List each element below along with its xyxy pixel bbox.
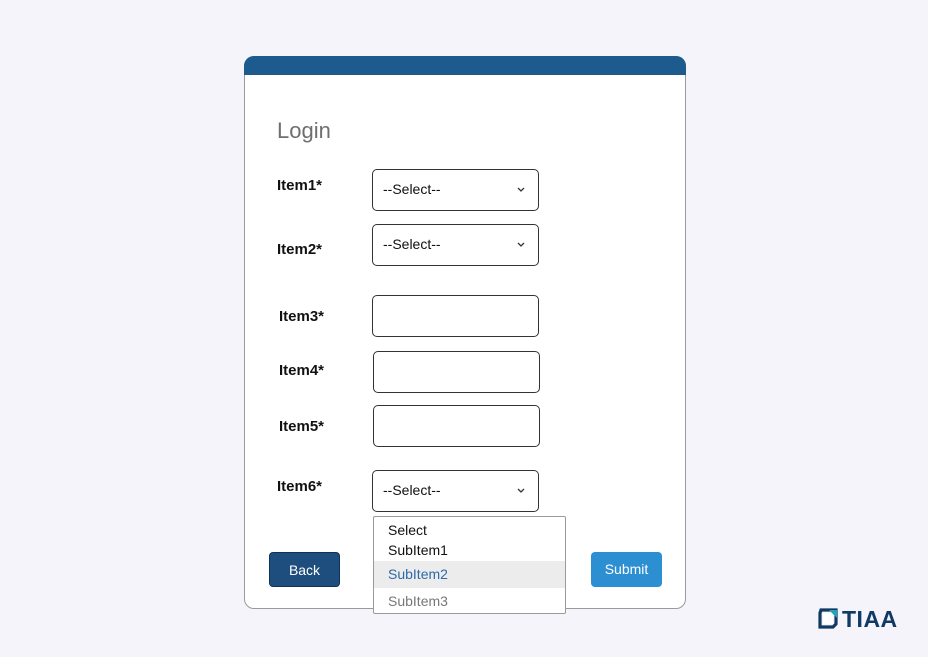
back-button[interactable]: Back (269, 552, 340, 587)
tiaa-logo: TIAA (818, 607, 904, 631)
chevron-down-icon (517, 488, 525, 493)
dropdown-option-select[interactable]: Select (374, 522, 565, 538)
logo-text: TIAA (842, 606, 898, 632)
page-title: Login (277, 118, 331, 143)
item6-select[interactable]: --Select-- (372, 470, 539, 512)
item1-select-value: --Select-- (383, 181, 441, 197)
tiaa-logo-icon (818, 608, 838, 629)
item5-input[interactable] (373, 405, 540, 447)
item2-select[interactable]: --Select-- (372, 224, 539, 266)
item4-input[interactable] (373, 351, 540, 393)
submit-button[interactable]: Submit (591, 552, 662, 587)
item2-label: Item2* (277, 241, 323, 258)
chevron-down-icon (517, 242, 525, 247)
item2-select-value: --Select-- (383, 236, 441, 252)
login-card: Login Item1* --Select-- Item2* --Select-… (244, 56, 686, 614)
item6-label: Item6* (277, 478, 323, 495)
item4-label: Item4* (279, 362, 325, 379)
item1-select[interactable]: --Select-- (372, 169, 539, 211)
chevron-down-icon (517, 187, 525, 192)
dropdown-option-subitem3[interactable]: SubItem3 (374, 593, 565, 609)
item3-input[interactable] (372, 295, 539, 337)
item3-label: Item3* (279, 308, 325, 325)
item6-dropdown-list: Select SubItem1 SubItem2 SubItem3 (373, 516, 566, 614)
item6-select-value: --Select-- (383, 482, 441, 498)
item1-label: Item1* (277, 177, 323, 194)
dropdown-option-subitem2[interactable]: SubItem2 (374, 561, 565, 588)
dropdown-option-subitem1[interactable]: SubItem1 (374, 542, 565, 558)
item5-label: Item5* (279, 418, 325, 435)
card-header-bar (244, 56, 686, 75)
